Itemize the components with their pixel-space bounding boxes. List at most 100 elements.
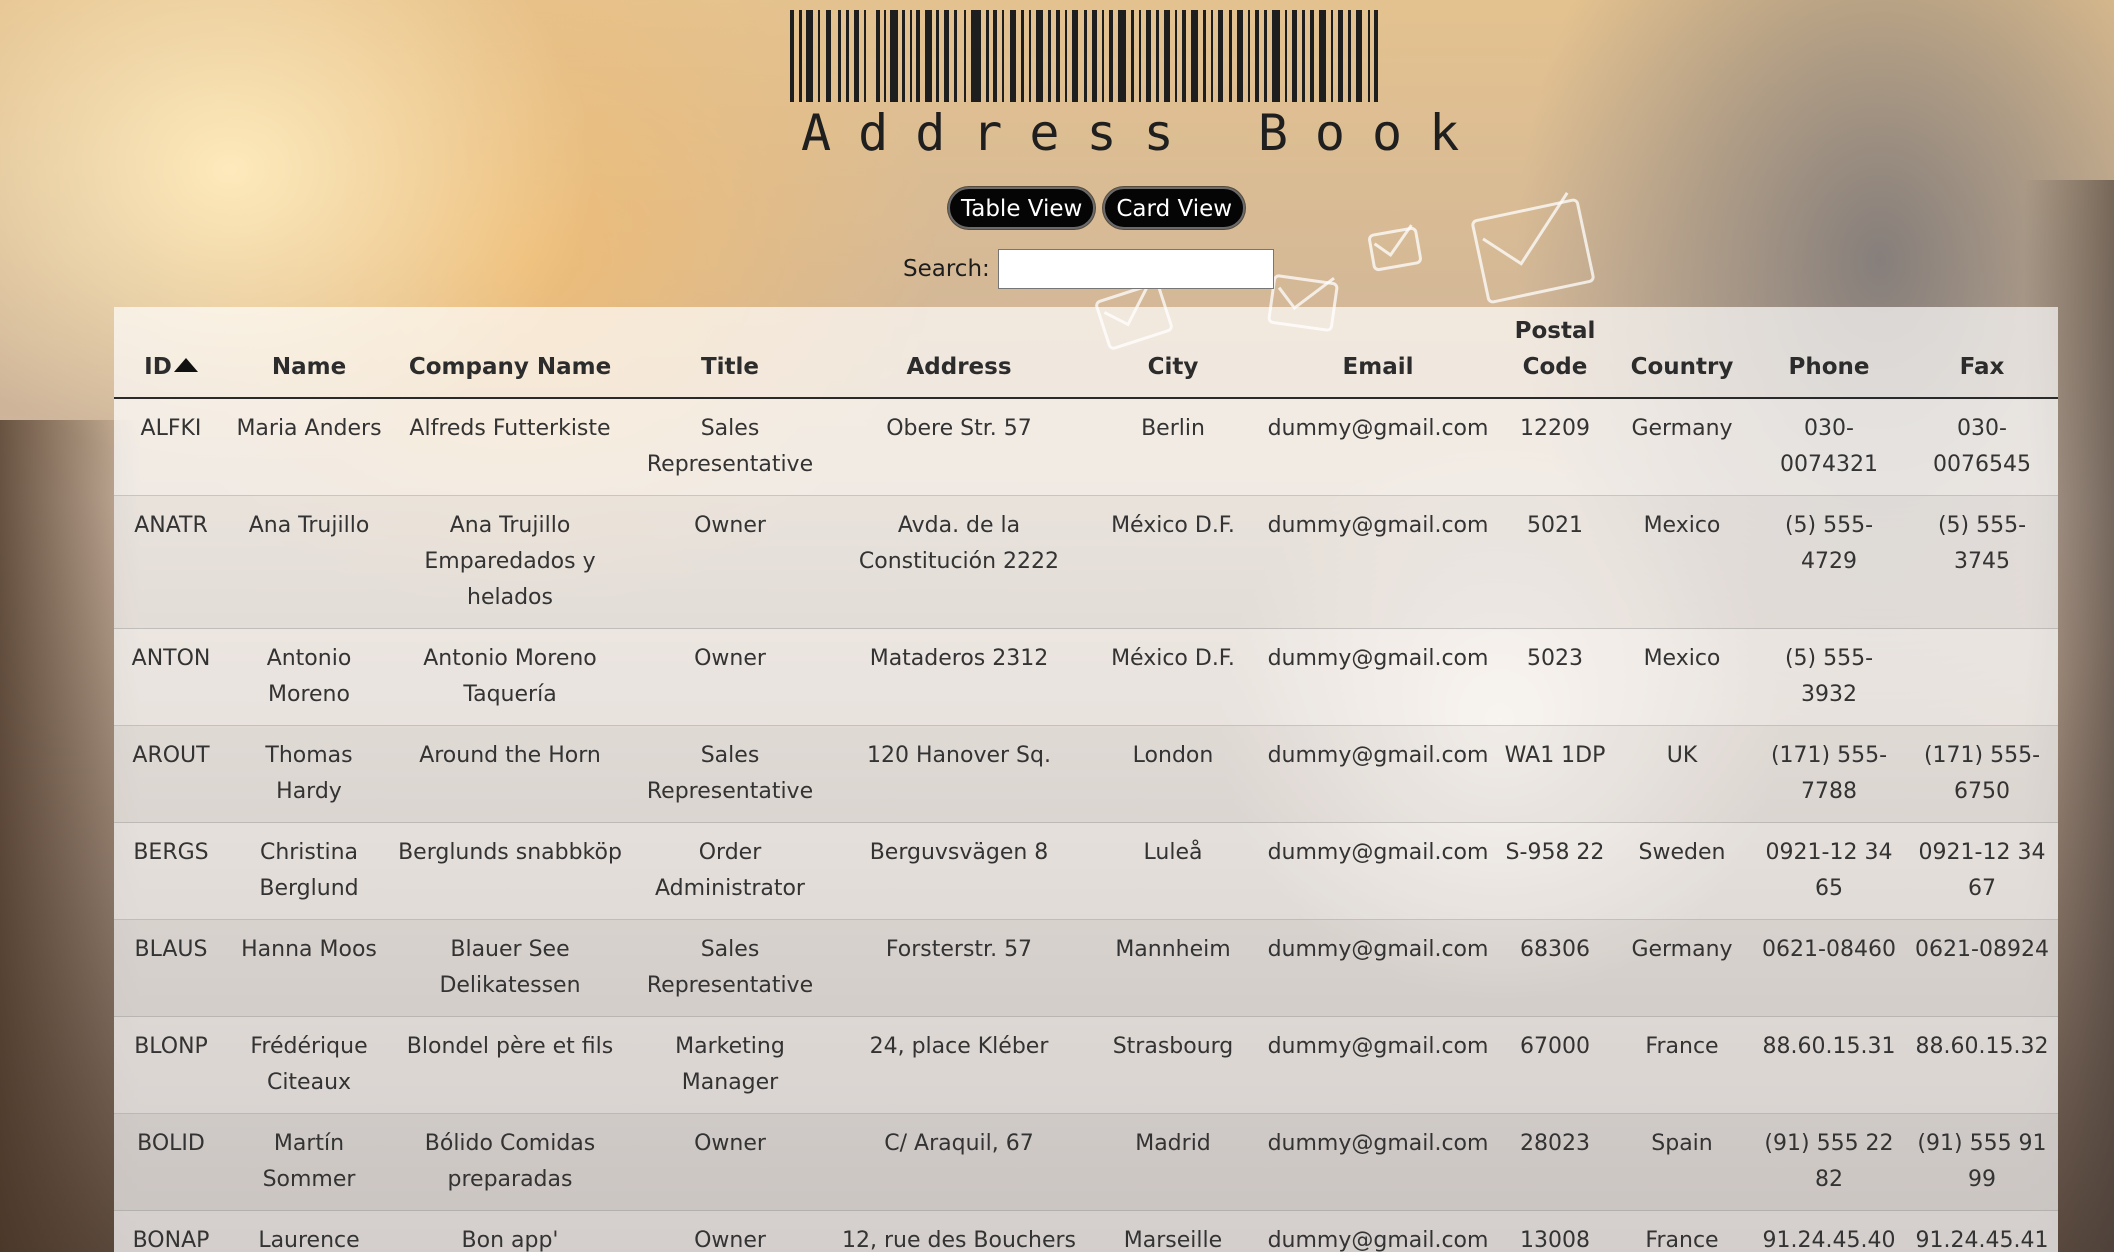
cell-postal-code: 5021 bbox=[1498, 495, 1612, 629]
cell-postal-code: 28023 bbox=[1498, 1113, 1612, 1211]
cell-email: dummy@gmail.com bbox=[1258, 397, 1498, 496]
envelope-decoration-icon bbox=[1367, 225, 1423, 273]
cell-city: México D.F. bbox=[1088, 495, 1258, 629]
cell-country: Mexico bbox=[1612, 495, 1752, 629]
table-row: BERGS Christina Berglund Berglunds snabbkö… bbox=[114, 822, 2058, 920]
card-view-button[interactable]: Card View bbox=[1103, 187, 1246, 229]
cell-title: Owner bbox=[630, 1210, 830, 1252]
cell-fax: 88.60.15.32 bbox=[1906, 1016, 2058, 1114]
cell-email: dummy@gmail.com bbox=[1258, 628, 1498, 726]
cell-id: BOLID bbox=[114, 1113, 228, 1211]
cell-postal-code: 12209 bbox=[1498, 397, 1612, 496]
cell-phone: 88.60.15.31 bbox=[1752, 1016, 1906, 1114]
column-header-name[interactable]: Name bbox=[228, 307, 390, 399]
cell-city: México D.F. bbox=[1088, 628, 1258, 726]
cell-name: Thomas Hardy bbox=[228, 725, 390, 823]
cell-city: Strasbourg bbox=[1088, 1016, 1258, 1114]
cell-postal-code: 68306 bbox=[1498, 919, 1612, 1017]
cell-company-name: Berglunds snabbköp bbox=[390, 822, 630, 920]
cell-fax: 0921-12 34 67 bbox=[1906, 822, 2058, 920]
cell-company-name: Ana Trujillo Emparedados y helados bbox=[390, 495, 630, 629]
cell-email: dummy@gmail.com bbox=[1258, 822, 1498, 920]
column-header-company-name[interactable]: Company Name bbox=[390, 307, 630, 399]
barcode-icon bbox=[790, 10, 1378, 102]
search-input[interactable] bbox=[997, 249, 1274, 289]
cell-company-name: Blauer See Delikatessen bbox=[390, 919, 630, 1017]
cell-name: Laurence Lebihan bbox=[228, 1210, 390, 1252]
search-label: Search: bbox=[903, 256, 990, 282]
cell-fax: (91) 555 91 99 bbox=[1906, 1113, 2058, 1211]
cell-id: AROUT bbox=[114, 725, 228, 823]
column-header-title[interactable]: Title bbox=[630, 307, 830, 399]
cell-id: BONAP bbox=[114, 1210, 228, 1252]
cell-company-name: Blondel père et fils bbox=[390, 1016, 630, 1114]
cell-fax: 91.24.45.41 bbox=[1906, 1210, 2058, 1252]
cell-address: Forsterstr. 57 bbox=[830, 919, 1088, 1017]
table-row: ANATR Ana Trujillo Ana Trujillo Emparedado… bbox=[114, 495, 2058, 629]
table-row: BLAUS Hanna Moos Blauer See Delikatessen Sa… bbox=[114, 919, 2058, 1017]
cell-phone: 030-0074321 bbox=[1752, 397, 1906, 496]
cell-postal-code: S-958 22 bbox=[1498, 822, 1612, 920]
cell-phone: (5) 555-3932 bbox=[1752, 628, 1906, 726]
cell-city: Marseille bbox=[1088, 1210, 1258, 1252]
cell-address: 12, rue des Bouchers bbox=[830, 1210, 1088, 1252]
cell-postal-code: 67000 bbox=[1498, 1016, 1612, 1114]
cell-city: Berlin bbox=[1088, 397, 1258, 496]
cell-city: Luleå bbox=[1088, 822, 1258, 920]
app-title: Address Book bbox=[801, 104, 1487, 162]
column-header-phone[interactable]: Phone bbox=[1752, 307, 1906, 399]
cell-fax bbox=[1906, 628, 2058, 726]
search-bar: Search: bbox=[903, 246, 1274, 292]
cell-phone: 0621-08460 bbox=[1752, 919, 1906, 1017]
cell-phone: 91.24.45.40 bbox=[1752, 1210, 1906, 1252]
cell-fax: 030-0076545 bbox=[1906, 397, 2058, 496]
cell-country: Germany bbox=[1612, 397, 1752, 496]
cell-email: dummy@gmail.com bbox=[1258, 1210, 1498, 1252]
cell-id: BLAUS bbox=[114, 919, 228, 1017]
table-row: ANTON Antonio Moreno Antonio Moreno Taquer… bbox=[114, 628, 2058, 726]
cell-name: Hanna Moos bbox=[228, 919, 390, 1017]
column-header-label: ID bbox=[144, 354, 172, 380]
cell-company-name: Bon app' bbox=[390, 1210, 630, 1252]
cell-name: Christina Berglund bbox=[228, 822, 390, 920]
cell-city: Mannheim bbox=[1088, 919, 1258, 1017]
cell-name: Maria Anders bbox=[228, 397, 390, 496]
cell-company-name: Around the Horn bbox=[390, 725, 630, 823]
cell-address: Mataderos 2312 bbox=[830, 628, 1088, 726]
column-header-fax[interactable]: Fax bbox=[1906, 307, 2058, 399]
cell-title: Owner bbox=[630, 495, 830, 629]
cell-country: Sweden bbox=[1612, 822, 1752, 920]
cell-id: BERGS bbox=[114, 822, 228, 920]
table-header-row: ID Name Company Name Title Address City … bbox=[114, 307, 2058, 399]
cell-email: dummy@gmail.com bbox=[1258, 495, 1498, 629]
cell-phone: 0921-12 34 65 bbox=[1752, 822, 1906, 920]
cell-email: dummy@gmail.com bbox=[1258, 1113, 1498, 1211]
cell-title: Sales Representative bbox=[630, 725, 830, 823]
cell-name: Martín Sommer bbox=[228, 1113, 390, 1211]
cell-postal-code: 5023 bbox=[1498, 628, 1612, 726]
table-row: BONAPLaurence LebihanBon app'Owner12, ru… bbox=[114, 1210, 2058, 1252]
cell-id: ANATR bbox=[114, 495, 228, 629]
column-header-country[interactable]: Country bbox=[1612, 307, 1752, 399]
cell-title: Marketing Manager bbox=[630, 1016, 830, 1114]
cell-title: Sales Representative bbox=[630, 397, 830, 496]
table-view-button[interactable]: Table View bbox=[948, 187, 1096, 229]
cell-country: France bbox=[1612, 1210, 1752, 1252]
cell-city: Madrid bbox=[1088, 1113, 1258, 1211]
table-body: ALFKI Maria Anders Alfreds Futterkiste Sale… bbox=[114, 397, 2058, 1252]
cell-title: Order Administrator bbox=[630, 822, 830, 920]
cell-id: ALFKI bbox=[114, 397, 228, 496]
column-header-city[interactable]: City bbox=[1088, 307, 1258, 399]
column-header-postal-code[interactable]: Postal Code bbox=[1498, 307, 1612, 399]
cell-address: C/ Araquil, 67 bbox=[830, 1113, 1088, 1211]
column-header-email[interactable]: Email bbox=[1258, 307, 1498, 399]
cell-country: UK bbox=[1612, 725, 1752, 823]
cell-postal-code: 13008 bbox=[1498, 1210, 1612, 1252]
cell-phone: (171) 555-7788 bbox=[1752, 725, 1906, 823]
cell-name: Antonio Moreno bbox=[228, 628, 390, 726]
table-row: BOLID Martín Sommer Bólido Comidas prepara… bbox=[114, 1113, 2058, 1211]
column-header-address[interactable]: Address bbox=[830, 307, 1088, 399]
cell-fax: (5) 555-3745 bbox=[1906, 495, 2058, 629]
cell-phone: (5) 555-4729 bbox=[1752, 495, 1906, 629]
column-header-id[interactable]: ID bbox=[114, 307, 228, 399]
